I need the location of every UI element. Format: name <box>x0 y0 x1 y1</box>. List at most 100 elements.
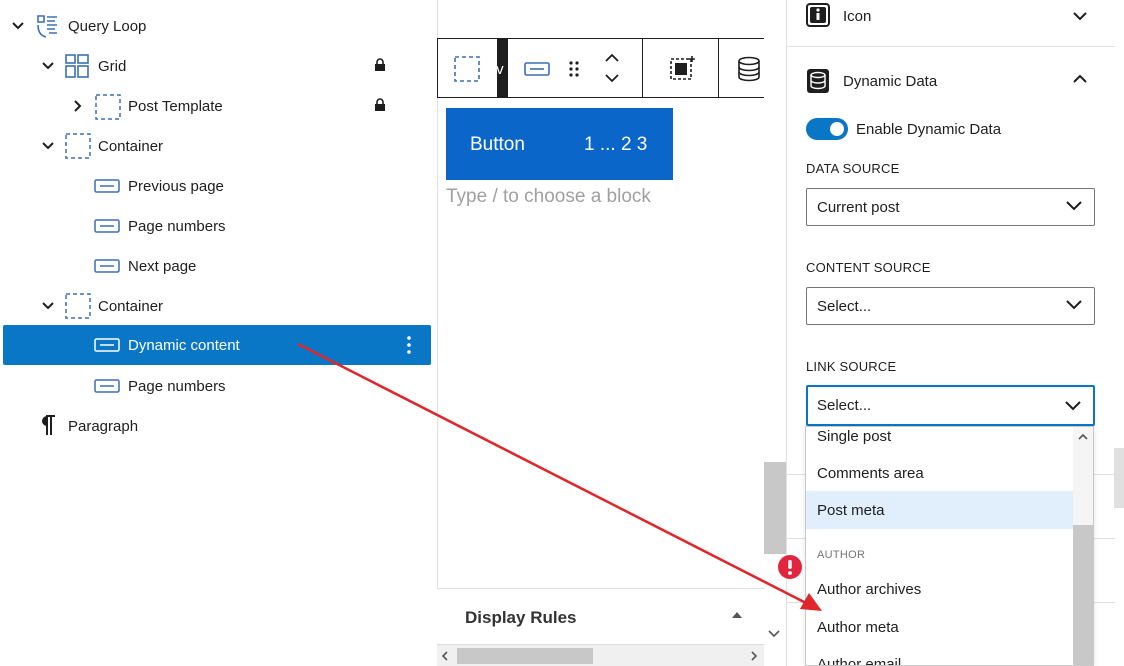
list-item-container[interactable]: Container <box>3 286 431 326</box>
paragraph-icon <box>38 414 56 440</box>
list-item-previous-page[interactable]: Previous page <box>3 166 431 206</box>
button-icon <box>94 259 120 277</box>
icon-panel-header[interactable]: Icon <box>787 0 1115 47</box>
display-rules-panel[interactable]: Display Rules <box>437 588 764 644</box>
data-source-value: Current post <box>817 198 900 216</box>
dynamic-data-panel-title: Dynamic Data <box>843 73 938 90</box>
dynamic-data-panel-header[interactable]: Dynamic Data <box>787 48 1115 112</box>
scrollbar-thumb[interactable] <box>764 462 786 554</box>
list-item-page-numbers[interactable]: Page numbers <box>3 366 431 406</box>
icon-panel-title: Icon <box>843 8 872 25</box>
list-item-label: Page numbers <box>128 377 226 395</box>
dynamic-data-icon <box>807 69 829 93</box>
scroll-left-icon[interactable] <box>441 651 449 661</box>
link-source-select[interactable]: Select... <box>806 385 1095 426</box>
dropdown-group-label: AUTHOR <box>817 549 866 561</box>
move-down-icon[interactable] <box>604 73 620 83</box>
list-item-post-template[interactable]: Post Template <box>3 86 431 126</box>
scrollbar-thumb[interactable] <box>457 648 593 664</box>
toolbar-select-parent[interactable] <box>643 39 720 97</box>
content-source-select[interactable]: Select... <box>806 287 1095 325</box>
option-label: Author meta <box>817 618 899 636</box>
link-source-label: LINK SOURCE <box>806 359 897 374</box>
drag-handle-icon[interactable] <box>568 60 580 78</box>
button-icon <box>94 219 120 237</box>
list-item-grid[interactable]: Grid <box>3 46 431 86</box>
inspector-scrollbar-thumb[interactable] <box>1114 448 1124 508</box>
toolbar-dynamic-data[interactable] <box>719 39 764 97</box>
list-item-next-page[interactable]: Next page <box>3 246 431 286</box>
dropdown-scrollbar-thumb[interactable] <box>1073 525 1093 665</box>
list-item-container[interactable]: Container <box>3 126 431 166</box>
collapse-arrow-icon[interactable] <box>731 611 743 619</box>
list-item-label: Query Loop <box>68 17 147 35</box>
block-toolbar: ev <box>437 38 764 98</box>
chevron-up-icon[interactable] <box>1073 74 1087 83</box>
more-options-icon[interactable] <box>405 335 413 359</box>
dropdown-option[interactable]: Author email <box>806 645 1074 666</box>
chevron-down-icon[interactable] <box>41 299 55 313</box>
list-view-panel: Query Loop Grid Post Template Container … <box>0 0 437 666</box>
list-item-label: Next page <box>128 257 197 275</box>
list-item-label: Container <box>98 297 164 315</box>
chevron-down-icon[interactable] <box>11 19 25 33</box>
lock-icon <box>374 58 386 72</box>
dropdown-option[interactable]: Author meta <box>806 608 1074 646</box>
editor-canvas[interactable] <box>437 0 764 666</box>
option-label: Author email <box>817 655 902 666</box>
info-icon <box>806 3 830 27</box>
option-label: Comments area <box>817 464 924 482</box>
list-item-label: Page numbers <box>128 217 226 235</box>
toolbar-partial-text: ev <box>487 61 504 78</box>
grid-icon <box>64 53 90 83</box>
content-source-label: CONTENT SOURCE <box>806 260 931 275</box>
dropdown-option[interactable]: Author archives <box>806 570 1074 608</box>
horizontal-scrollbar[interactable] <box>437 644 764 666</box>
chevron-down-icon <box>1066 201 1082 211</box>
display-rules-label: Display Rules <box>465 608 577 627</box>
option-label: Author archives <box>817 580 922 598</box>
dropdown-option[interactable]: Comments area <box>806 454 1074 492</box>
list-item-dynamic-content[interactable]: Dynamic content <box>3 325 431 365</box>
scroll-up-icon[interactable] <box>1078 433 1088 440</box>
button-block[interactable]: Button 1 ... 2 3 <box>446 108 673 180</box>
scroll-right-icon[interactable] <box>750 651 758 661</box>
scroll-down-icon[interactable] <box>768 630 780 638</box>
query-loop-icon <box>34 12 62 44</box>
button-icon <box>94 379 120 397</box>
container-icon <box>64 132 92 164</box>
chevron-down-icon <box>1066 300 1082 310</box>
data-source-select[interactable]: Current post <box>806 188 1095 226</box>
chevron-down-icon[interactable] <box>41 139 55 153</box>
block-appender-hint[interactable]: Type / to choose a block <box>446 186 651 208</box>
pagination-numbers: 1 ... 2 3 <box>584 134 648 155</box>
list-item-query-loop[interactable]: Query Loop <box>3 6 431 46</box>
button-icon[interactable] <box>523 62 550 76</box>
dropdown-option-highlighted[interactable]: Post meta <box>806 491 1074 529</box>
chevron-down-icon <box>1065 401 1081 411</box>
database-icon[interactable] <box>737 56 761 82</box>
lock-icon <box>374 98 386 112</box>
list-item-label: Paragraph <box>68 417 139 435</box>
list-item-label: Grid <box>98 57 127 75</box>
chevron-down-icon[interactable] <box>41 59 55 73</box>
link-source-value: Select... <box>817 397 872 414</box>
option-label: Single post <box>817 427 892 445</box>
list-item-paragraph[interactable]: Paragraph <box>3 406 431 446</box>
container-icon <box>64 292 92 324</box>
dropdown-option[interactable]: Single post <box>806 427 1074 455</box>
toggle-knob <box>830 122 844 136</box>
move-up-icon[interactable] <box>604 53 620 63</box>
list-item-page-numbers[interactable]: Page numbers <box>3 206 431 246</box>
select-container-icon[interactable] <box>669 55 697 83</box>
link-source-dropdown[interactable]: Single post Comments area Post meta AUTH… <box>805 426 1094 666</box>
chevron-right-icon[interactable] <box>71 99 85 113</box>
list-item-label: Container <box>98 137 164 155</box>
enable-dynamic-data-toggle[interactable] <box>806 118 848 140</box>
chevron-down-icon[interactable] <box>1073 12 1087 21</box>
content-source-value: Select... <box>817 297 872 315</box>
data-source-label: DATA SOURCE <box>806 161 900 176</box>
list-item-label: Dynamic content <box>128 336 240 354</box>
toolbar-divider: ev <box>488 39 508 97</box>
post-template-icon <box>94 93 122 125</box>
